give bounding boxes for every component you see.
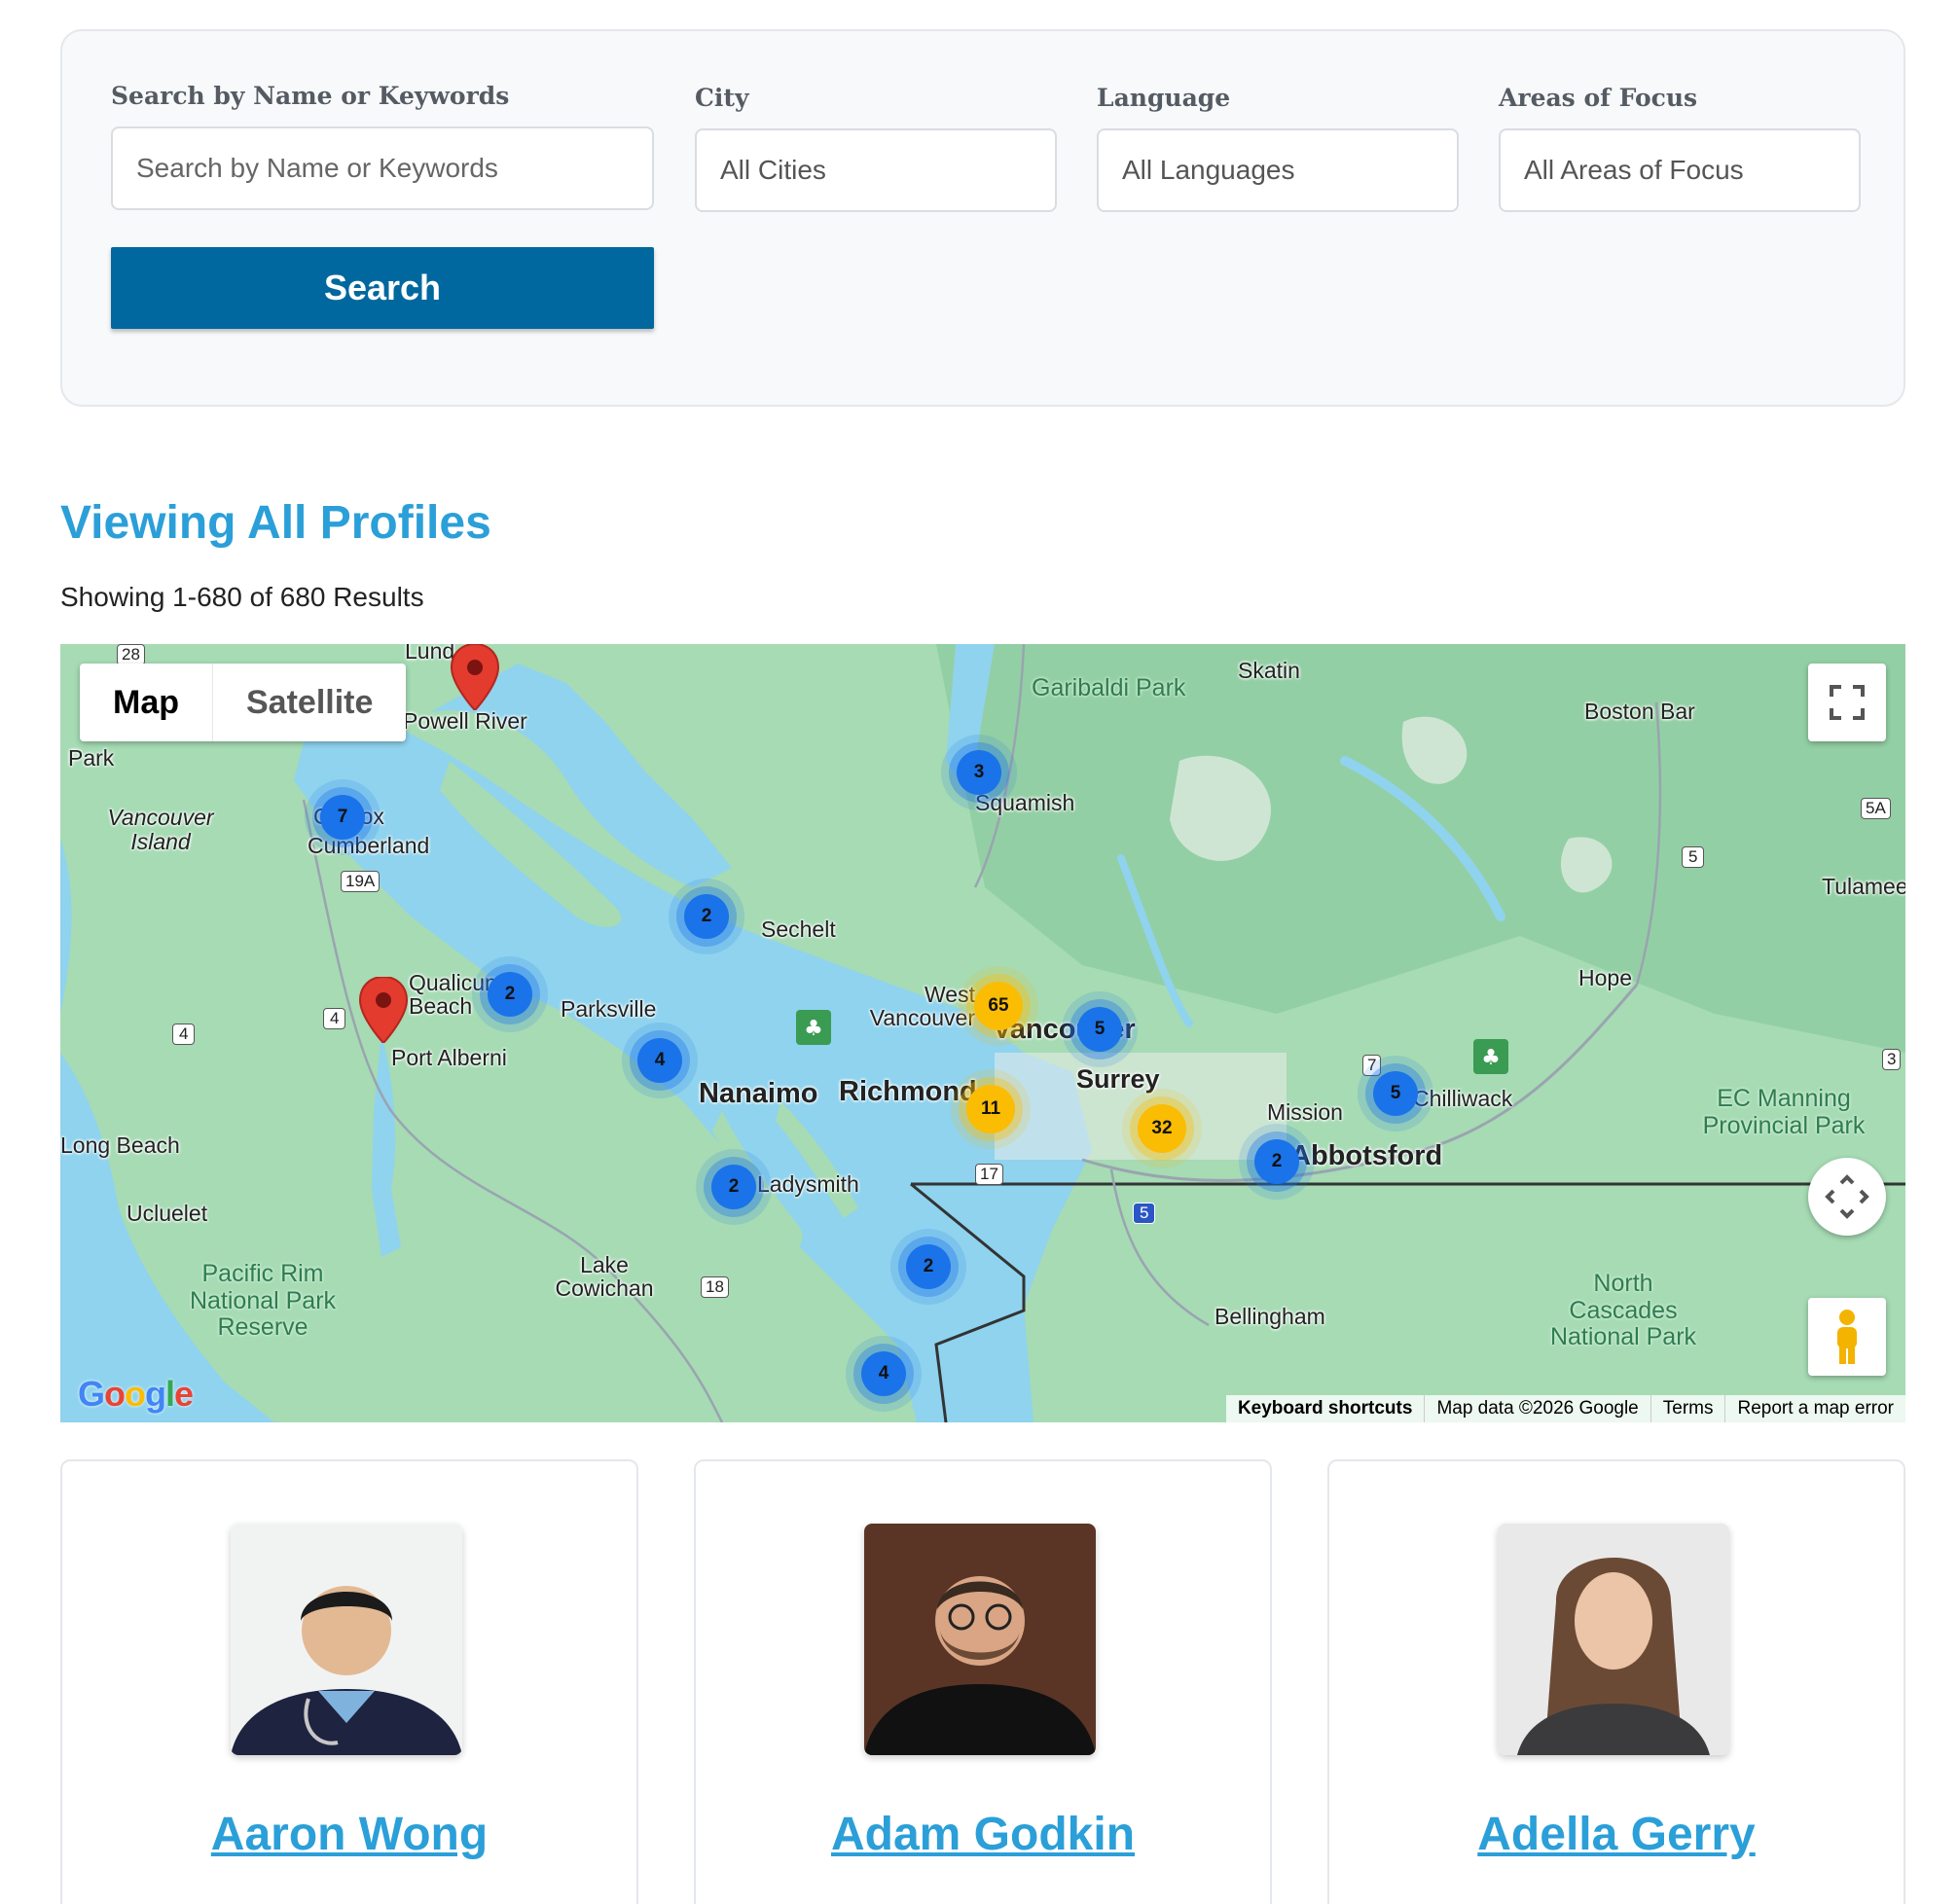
place-label: Surrey bbox=[1076, 1064, 1160, 1094]
place-label: Abbotsford bbox=[1290, 1140, 1443, 1171]
profile-photo[interactable] bbox=[1498, 1524, 1729, 1755]
map-cluster[interactable]: 2 bbox=[906, 1244, 951, 1289]
place-label: EC Manning Provincial Park bbox=[1702, 1085, 1866, 1139]
page-title: Viewing All Profiles bbox=[60, 497, 491, 549]
pegman-icon bbox=[1837, 1310, 1857, 1364]
city-label: City bbox=[695, 84, 749, 112]
highway-shield: 19A bbox=[341, 871, 381, 892]
map-cluster[interactable]: 32 bbox=[1138, 1104, 1186, 1153]
highway-shield: 3 bbox=[1882, 1049, 1902, 1070]
place-label: Skatin bbox=[1238, 658, 1300, 683]
profile-name-link[interactable]: Adella Gerry bbox=[1329, 1808, 1904, 1861]
place-label: North Cascades National Park bbox=[1549, 1270, 1697, 1350]
map-type-satellite-button[interactable]: Satellite bbox=[212, 664, 406, 741]
language-select[interactable]: All Languages bbox=[1097, 128, 1459, 212]
place-label: Lund bbox=[405, 644, 455, 664]
highway-shield: 18 bbox=[701, 1276, 729, 1298]
profile-card: Adella Gerry bbox=[1327, 1459, 1905, 1904]
move-camera-icon bbox=[1825, 1174, 1869, 1219]
keyboard-shortcuts-link[interactable]: Keyboard shortcuts bbox=[1226, 1395, 1424, 1422]
report-map-error-link[interactable]: Report a map error bbox=[1724, 1395, 1905, 1422]
highway-shield: 5 bbox=[1133, 1203, 1156, 1224]
map-pin-icon[interactable] bbox=[358, 977, 409, 1043]
terms-link[interactable]: Terms bbox=[1650, 1395, 1725, 1422]
map-cluster[interactable]: 5 bbox=[1373, 1071, 1418, 1116]
fullscreen-icon bbox=[1830, 685, 1865, 720]
place-label: Sechelt bbox=[761, 916, 836, 942]
place-label: Powell River bbox=[403, 708, 527, 734]
focus-select-value: All Areas of Focus bbox=[1524, 155, 1744, 185]
keyword-field[interactable] bbox=[111, 126, 654, 210]
place-label: Park bbox=[68, 745, 115, 771]
place-label: Garibaldi Park bbox=[1032, 674, 1186, 701]
profile-card: Aaron Wong bbox=[60, 1459, 638, 1904]
camera-control-button[interactable] bbox=[1808, 1158, 1886, 1236]
map-footer: Keyboard shortcuts Map data ©2026 Google… bbox=[1225, 1395, 1905, 1422]
search-button[interactable]: Search bbox=[111, 247, 654, 329]
fullscreen-button[interactable] bbox=[1808, 664, 1886, 741]
place-label: Hope bbox=[1578, 965, 1632, 990]
map[interactable]: ♣ ♣ 28 19A 4 4 18 17 5 5 5A 3 7 Powell R… bbox=[60, 644, 1905, 1422]
map-type-control: Map Satellite bbox=[80, 664, 407, 741]
place-label: Nanaimo bbox=[699, 1078, 818, 1109]
highway-shield: 17 bbox=[975, 1164, 1003, 1185]
street-view-button[interactable] bbox=[1808, 1298, 1886, 1376]
place-label: Bellingham bbox=[1215, 1304, 1325, 1329]
profile-name-link[interactable]: Adam Godkin bbox=[696, 1808, 1270, 1861]
place-label: Port Alberni bbox=[391, 1045, 507, 1070]
profile-name-link[interactable]: Aaron Wong bbox=[62, 1808, 636, 1861]
map-cluster[interactable]: 2 bbox=[1254, 1139, 1299, 1184]
map-cluster[interactable]: 7 bbox=[320, 795, 365, 840]
profile-photo[interactable] bbox=[864, 1524, 1096, 1755]
map-type-map-button[interactable]: Map bbox=[80, 664, 212, 741]
map-cluster[interactable]: 2 bbox=[488, 972, 532, 1017]
place-label: West Vancouver bbox=[869, 982, 975, 1031]
place-label: Pacific Rim National Park Reserve bbox=[189, 1260, 337, 1341]
map-cluster[interactable]: 2 bbox=[711, 1165, 756, 1209]
place-label: Richmond bbox=[839, 1076, 977, 1107]
map-data-text: Map data ©2026 Google bbox=[1424, 1395, 1650, 1422]
place-label: Vancouver Island bbox=[107, 805, 214, 855]
map-cluster[interactable]: 65 bbox=[974, 982, 1023, 1030]
focus-select[interactable]: All Areas of Focus bbox=[1499, 128, 1861, 212]
place-label: Long Beach bbox=[60, 1132, 180, 1158]
focus-label: Areas of Focus bbox=[1499, 84, 1698, 112]
google-logo: Google bbox=[78, 1374, 194, 1414]
highway-shield: 5A bbox=[1861, 798, 1891, 819]
results-count: Showing 1-680 of 680 Results bbox=[60, 582, 424, 612]
place-label: Mission bbox=[1267, 1099, 1343, 1125]
place-label: Ucluelet bbox=[127, 1201, 208, 1226]
place-label: Squamish bbox=[975, 790, 1075, 815]
city-select-value: All Cities bbox=[720, 155, 826, 185]
profile-photo[interactable] bbox=[231, 1524, 462, 1755]
language-select-value: All Languages bbox=[1122, 155, 1295, 185]
svg-text:♣: ♣ bbox=[804, 1017, 823, 1041]
svg-text:♣: ♣ bbox=[1481, 1046, 1501, 1070]
map-cluster[interactable]: 2 bbox=[684, 894, 729, 939]
highway-shield: 5 bbox=[1682, 846, 1705, 868]
highway-shield: 4 bbox=[323, 1008, 346, 1029]
highway-shield: 7 bbox=[1362, 1055, 1382, 1076]
search-panel: Search by Name or Keywords City All Citi… bbox=[60, 29, 1905, 407]
place-label: Cumberland bbox=[308, 833, 430, 858]
map-cluster[interactable]: 4 bbox=[861, 1351, 906, 1396]
place-label: Tulameen bbox=[1822, 874, 1905, 899]
map-cluster[interactable]: 11 bbox=[966, 1085, 1015, 1133]
keyword-label: Search by Name or Keywords bbox=[111, 82, 510, 110]
map-cluster[interactable]: 5 bbox=[1077, 1007, 1122, 1052]
map-pin-icon[interactable] bbox=[450, 644, 500, 710]
place-label: Chilliwack bbox=[1413, 1086, 1513, 1111]
map-cluster[interactable]: 4 bbox=[637, 1038, 682, 1083]
city-select[interactable]: All Cities bbox=[695, 128, 1057, 212]
highway-shield: 4 bbox=[172, 1024, 196, 1045]
place-label: Ladysmith bbox=[757, 1171, 859, 1197]
map-cluster[interactable]: 3 bbox=[957, 750, 1001, 795]
highway-shield: 28 bbox=[117, 644, 145, 665]
place-label: Boston Bar bbox=[1584, 699, 1695, 724]
place-label: Lake Cowichan bbox=[555, 1252, 654, 1302]
profile-card: Adam Godkin bbox=[694, 1459, 1272, 1904]
place-label: Parksville bbox=[561, 996, 657, 1022]
language-label: Language bbox=[1097, 84, 1231, 112]
keyword-input[interactable] bbox=[136, 153, 629, 184]
